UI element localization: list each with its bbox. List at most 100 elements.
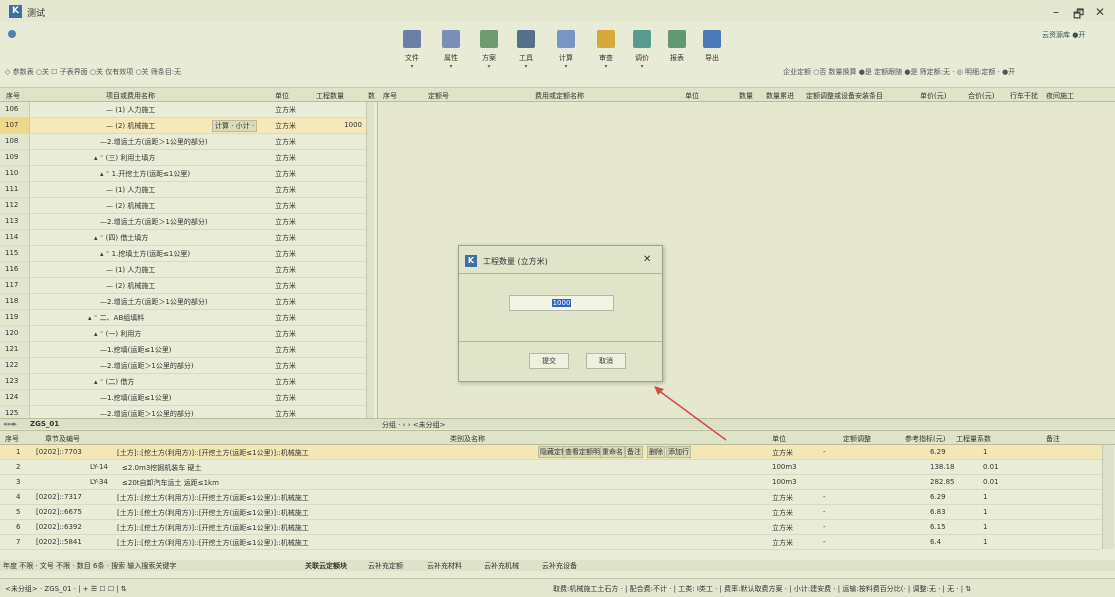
row-number[interactable]: 106 — [0, 102, 30, 117]
table-row[interactable]: 2 LY-14 ≤2.0m3挖掘机装车 硬土 100m3 138.18 0.01 — [0, 460, 1102, 475]
row-number[interactable]: 115 — [0, 246, 30, 261]
chevron-down-icon[interactable]: ▾ — [546, 63, 586, 70]
chevron-down-icon[interactable]: ▾ — [586, 63, 626, 70]
table-row[interactable]: 113 —2.增运土方(运距＞1公里的部分) 立方米 — [0, 214, 366, 230]
table-row[interactable]: 118 —2.增运土方(运距＞1公里的部分) 立方米 — [0, 294, 366, 310]
row-number[interactable]: 107 — [0, 118, 30, 133]
left-options-bar[interactable]: ◇ 参数表 ○关 ☐ 子表界面 ○关 仅有效项 ○关 筛条目:无 — [5, 67, 181, 77]
chevron-down-icon[interactable]: ▾ — [469, 63, 509, 70]
col-header-chapter[interactable]: 章节及编号 — [45, 434, 80, 444]
status-fee-settings[interactable]: 取费:机械施工土石方 · | 配合费:不计 · | 工类: I类工 · | 费率… — [553, 584, 971, 594]
row-number[interactable]: 110 — [0, 166, 30, 181]
row-action-button[interactable]: 删除 — [647, 446, 665, 458]
col-header-unit[interactable]: 单位 — [275, 91, 289, 101]
tab-2[interactable]: 云补充材料 — [427, 561, 462, 571]
table-row[interactable]: 116 — (1) 人力施工 立方米 — [0, 262, 366, 278]
row-number[interactable]: 109 — [0, 150, 30, 165]
col-header-qty-progress[interactable]: 数量累进 — [766, 91, 794, 101]
bottom-grid-scrollbar[interactable] — [1102, 445, 1114, 549]
table-row[interactable]: 122 —2.增运(运距＞1公里的部分) 立方米 — [0, 358, 366, 374]
chevron-down-icon[interactable]: ▾ — [392, 63, 432, 70]
row-number[interactable]: 113 — [0, 214, 30, 229]
sheet-tab-zgs01[interactable]: ZGS_01 — [30, 420, 59, 428]
ribbon-button-tools[interactable]: 工具 ▾ — [506, 30, 546, 78]
row-action-button[interactable]: 备注 — [625, 446, 643, 458]
table-row[interactable]: 117 — (2) 机械施工 立方米 — [0, 278, 366, 294]
table-row[interactable]: 1 [0202]::7703 [土方]::[挖土方(利用方)]::[开挖土方(运距≤… — [0, 445, 1102, 460]
col-header-seq[interactable]: 序号 — [5, 434, 19, 444]
quick-access-icon[interactable] — [8, 30, 16, 38]
submit-button[interactable]: 提交 — [529, 353, 569, 369]
row-number[interactable]: 116 — [0, 262, 30, 277]
col-header-fee-name[interactable]: 费用或定额名称 — [535, 91, 584, 101]
calc-subtotal-dropdown[interactable]: 计算 · 小计 · — [212, 120, 258, 132]
ribbon-button-report[interactable]: 报表 — [657, 30, 697, 78]
col-header-qty[interactable]: 工程数量 — [316, 91, 344, 101]
minimize-button[interactable]: – — [1053, 5, 1059, 19]
row-number[interactable]: 118 — [0, 294, 30, 309]
ribbon-button-file[interactable]: 文件 ▾ — [392, 30, 432, 78]
table-row[interactable]: 120 ▴ ⁼ (一) 利用方 立方米 — [0, 326, 366, 342]
chevron-down-icon[interactable]: ▾ — [622, 63, 662, 70]
table-row[interactable]: 4 [0202]::7317 [土方]::[挖土方(利用方)]::[开挖土方(运距≤… — [0, 490, 1102, 505]
table-row[interactable]: 123 ▴ ⁼ (二) 借方 立方米 — [0, 374, 366, 390]
col-header-quota-no[interactable]: 定额号 — [428, 91, 449, 101]
row-number[interactable]: 114 — [0, 230, 30, 245]
row-number[interactable]: 117 — [0, 278, 30, 293]
right-options-bar[interactable]: 企业定额 ○否 数量换算 ●是 定额跟随 ●是 筛定额:无 · ◎ 明细:定额 … — [783, 67, 1015, 77]
col-header-ref-index[interactable]: 参考指标(元) — [905, 434, 945, 444]
table-row[interactable]: 124 —1.挖填(运距≤1公里) 立方米 — [0, 390, 366, 406]
row-number[interactable]: 124 — [0, 390, 30, 405]
col-header-adjust[interactable]: 定额调整或设备安装条目 — [806, 91, 883, 101]
sheet-nav-icon[interactable]: ◂◂◂▸ — [3, 420, 17, 428]
table-row[interactable]: 112 — (2) 机械施工 立方米 — [0, 198, 366, 214]
group-selector[interactable]: 分组 · ‹ › <未分组> — [382, 420, 445, 430]
tab-1[interactable]: 云补充定额 — [368, 561, 403, 571]
table-row[interactable]: 5 [0202]::6675 [土方]::[挖土方(利用方)]::[开挖土方(运距≤… — [0, 505, 1102, 520]
quantity-input[interactable]: 1000 — [509, 295, 614, 311]
row-action-button[interactable]: 重命名 — [600, 446, 625, 458]
col-header-factor[interactable]: 工程量系数 — [956, 434, 991, 444]
ribbon-button-calculate[interactable]: 计算 ▾ — [546, 30, 586, 78]
cloud-library-toggle[interactable]: 云资源库 ●开 — [1042, 30, 1085, 40]
chevron-down-icon[interactable]: ▾ — [506, 63, 546, 70]
filter-options[interactable]: 年度 不限 · 文号 不限 · 数目 6条 · 搜索 输入搜索关键字 — [3, 561, 176, 571]
col-header-seq[interactable]: 序号 — [383, 91, 397, 101]
table-row[interactable]: 107 — (2) 机械施工 计算 · 小计 · 立方米 1000 — [0, 118, 366, 134]
table-row[interactable]: 6 [0202]::6392 [土方]::[挖土方(利用方)]::[开挖土方(运距≤… — [0, 520, 1102, 535]
cancel-button[interactable]: 取消 — [586, 353, 626, 369]
col-header-num[interactable]: 数 — [368, 91, 375, 101]
table-row[interactable]: 115 ▴ ⁼ 1.挖填土方(运距≤1公里) 立方米 — [0, 246, 366, 262]
col-header-traffic[interactable]: 行车干扰 — [1010, 91, 1038, 101]
ribbon-button-export[interactable]: 导出 — [692, 30, 732, 78]
table-row[interactable]: 121 —1.挖填(运距≤1公里) 立方米 — [0, 342, 366, 358]
left-grid-scrollbar[interactable] — [366, 102, 374, 422]
col-header-night[interactable]: 夜间施工 — [1046, 91, 1074, 101]
ribbon-button-properties[interactable]: 属性 ▾ — [431, 30, 471, 78]
row-number[interactable]: 108 — [0, 134, 30, 149]
table-row[interactable]: 7 [0202]::5841 [土方]::[挖土方(利用方)]::[开挖土方(运距≤… — [0, 535, 1102, 550]
row-number[interactable]: 122 — [0, 358, 30, 373]
row-number[interactable]: 120 — [0, 326, 30, 341]
dialog-close-button[interactable]: ✕ — [643, 254, 651, 265]
col-header-unit-price[interactable]: 单价(元) — [920, 91, 946, 101]
table-row[interactable]: 106 — (1) 人力施工 立方米 — [0, 102, 366, 118]
tab-0[interactable]: 关联云定额块 — [305, 561, 347, 571]
chevron-down-icon[interactable]: ▾ — [431, 63, 471, 70]
ribbon-button-adjust-price[interactable]: 调价 ▾ — [622, 30, 662, 78]
col-header-unit[interactable]: 单位 — [772, 434, 786, 444]
row-number[interactable]: 123 — [0, 374, 30, 389]
table-row[interactable]: 119 ▴ ⁼ 二、AB组填料 立方米 — [0, 310, 366, 326]
tab-3[interactable]: 云补充机械 — [484, 561, 519, 571]
col-header-name[interactable]: 项目或费用名称 — [106, 91, 155, 101]
row-number[interactable]: 111 — [0, 182, 30, 197]
status-left-tools[interactable]: <未分组> · ZGS_01 · | + ☰ ☐ ☐ | ⇅ — [5, 584, 127, 594]
row-number[interactable]: 121 — [0, 342, 30, 357]
table-row[interactable]: 111 — (1) 人力施工 立方米 — [0, 182, 366, 198]
col-header-adjust[interactable]: 定额调整 — [843, 434, 871, 444]
col-header-category[interactable]: 类别及名称 — [450, 434, 485, 444]
tab-4[interactable]: 云补充设备 — [542, 561, 577, 571]
col-header-total-price[interactable]: 合价(元) — [968, 91, 994, 101]
ribbon-button-review[interactable]: 审查 ▾ — [586, 30, 626, 78]
col-header-seq[interactable]: 序号 — [6, 91, 20, 101]
